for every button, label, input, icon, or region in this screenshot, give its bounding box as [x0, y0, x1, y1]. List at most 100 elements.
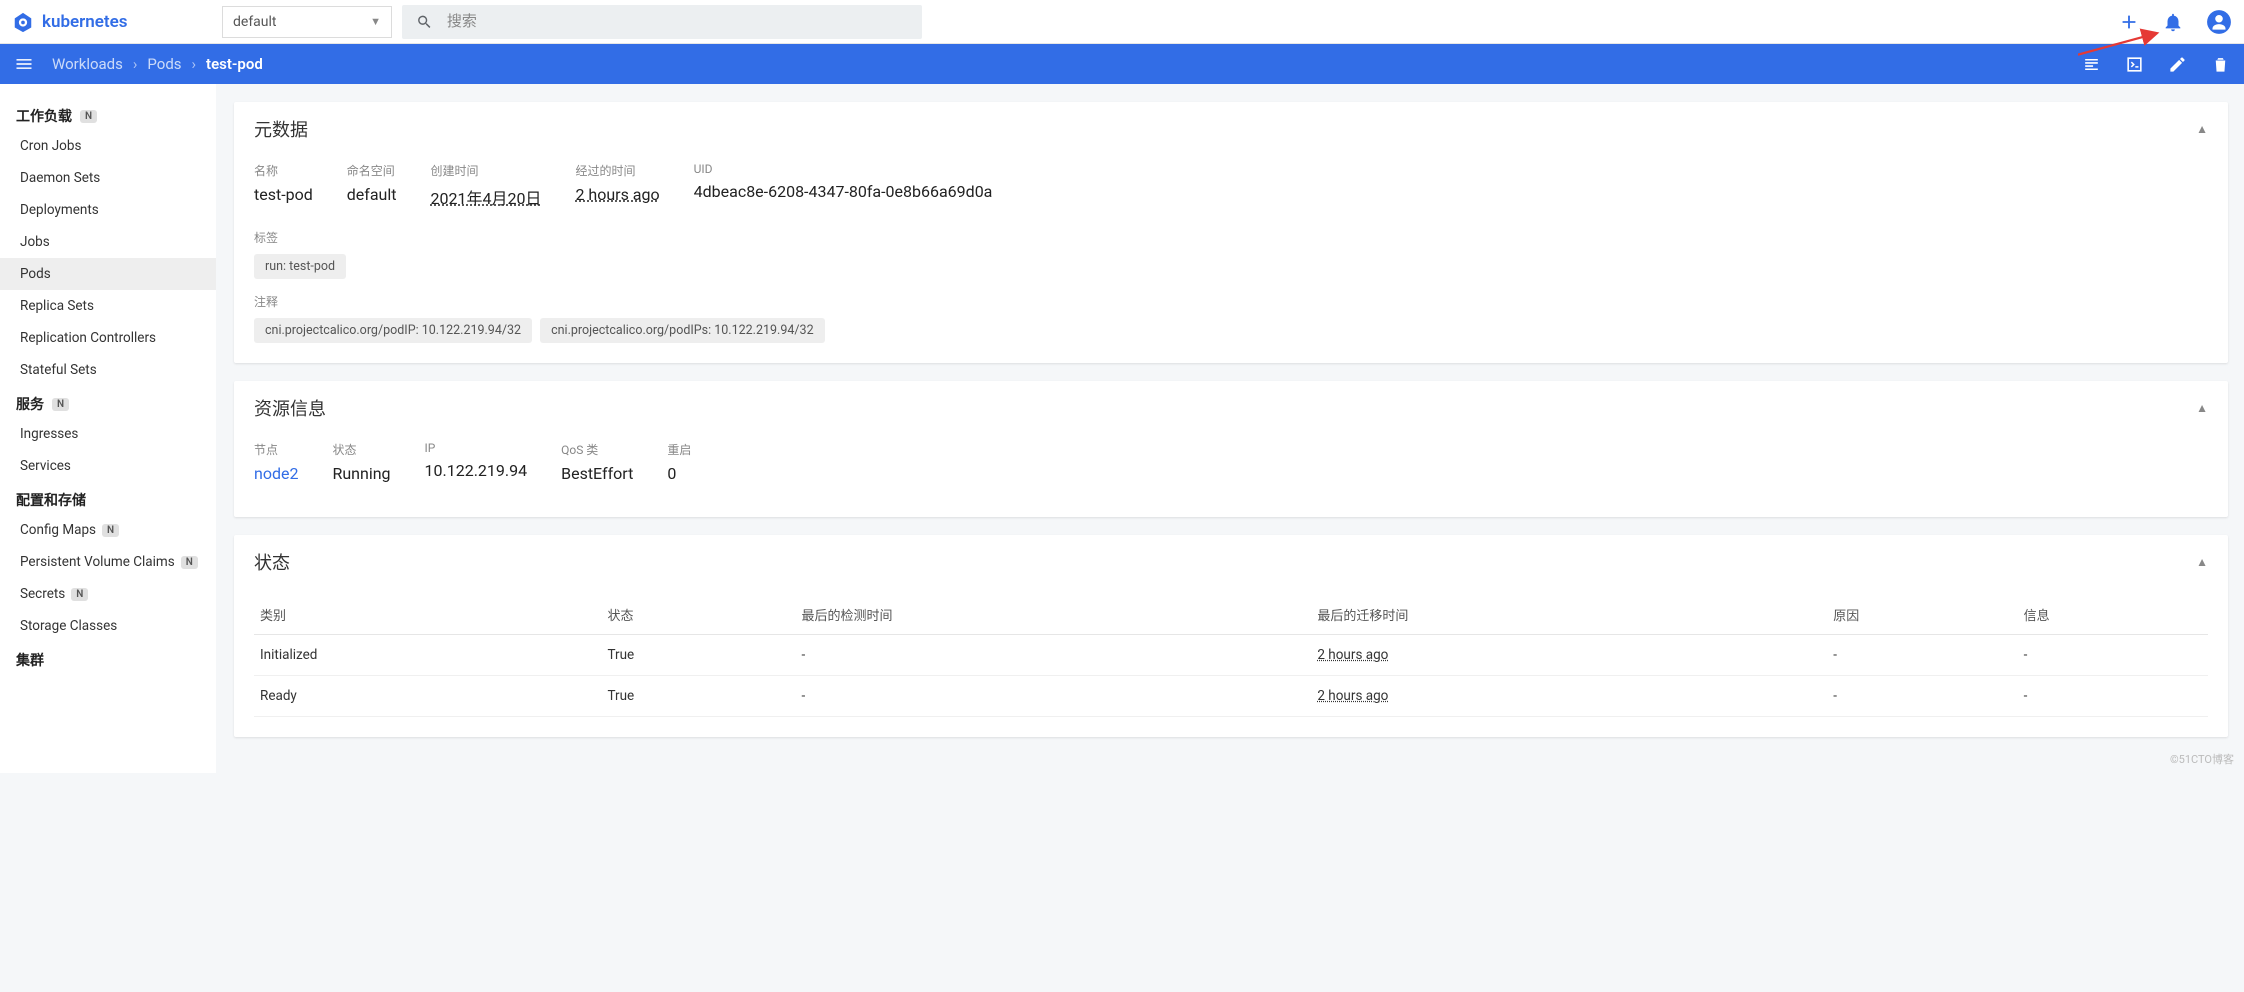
sidebar-item[interactable]: Config MapsN: [0, 514, 216, 546]
sidebar-item[interactable]: Daemon Sets: [0, 162, 216, 194]
breadcrumb: Workloads › Pods › test-pod: [52, 55, 263, 73]
sidebar-item-label: Stateful Sets: [20, 362, 97, 378]
sidebar-item[interactable]: Storage Classes: [0, 610, 216, 642]
status-th: 最后的迁移时间: [1311, 595, 1827, 635]
chevron-right-icon: ›: [133, 55, 138, 73]
resource-card: 资源信息 ▲ 节点node2 状态Running IP10.122.219.94…: [234, 381, 2228, 517]
bell-icon[interactable]: [2162, 11, 2184, 33]
sidebar-item-label: Replica Sets: [20, 298, 94, 314]
sidebar-item[interactable]: Replication Controllers: [0, 322, 216, 354]
sidebar-item-label: Persistent Volume Claims: [20, 554, 175, 570]
md-uid-value: 4dbeac8e-6208-4347-80fa-0e8b66a69d0a: [694, 182, 993, 201]
namespace-select[interactable]: default ▼: [222, 6, 392, 38]
chip: cni.projectcalico.org/podIP: 10.122.219.…: [254, 318, 532, 343]
table-cell: -: [2018, 676, 2208, 717]
table-row: InitializedTrue-2 hours ago--: [254, 635, 2208, 676]
labels-header: 标签: [254, 229, 2208, 246]
sidebar-item[interactable]: Jobs: [0, 226, 216, 258]
status-th: 原因: [1827, 595, 2017, 635]
namespace-value: default: [233, 14, 277, 30]
annotations-section: 注释 cni.projectcalico.org/podIP: 10.122.2…: [254, 293, 2208, 343]
table-cell: -: [1827, 676, 2017, 717]
table-cell: -: [1827, 635, 2017, 676]
table-cell: -: [796, 635, 1312, 676]
kubernetes-logo-icon: [12, 11, 34, 33]
namespace-badge: N: [80, 110, 97, 123]
namespace-badge: N: [181, 556, 198, 569]
metadata-primary-row: 名称test-pod 命名空间default 创建时间2021年4月20日 经过…: [254, 156, 2208, 223]
content-area: 元数据 ▲ 名称test-pod 命名空间default 创建时间2021年4月…: [216, 84, 2244, 773]
table-cell: 2 hours ago: [1311, 676, 1827, 717]
sidebar-section-header[interactable]: 配置和存储: [0, 482, 216, 514]
table-cell: -: [796, 676, 1312, 717]
sidebar-item-label: Services: [20, 458, 71, 474]
logs-icon[interactable]: [2082, 55, 2101, 74]
sidebar-item[interactable]: Services: [0, 450, 216, 482]
sidebar-item[interactable]: Ingresses: [0, 418, 216, 450]
md-ns-value: default: [347, 185, 397, 204]
sidebar-item[interactable]: Stateful Sets: [0, 354, 216, 386]
chip: run: test-pod: [254, 254, 346, 279]
sidebar-item-label: Storage Classes: [20, 618, 117, 634]
menu-icon[interactable]: [14, 54, 34, 74]
rs-node-label: 节点: [254, 441, 298, 458]
collapse-icon[interactable]: ▲: [2196, 122, 2208, 136]
namespace-badge: N: [71, 588, 88, 601]
table-cell: True: [601, 676, 795, 717]
rs-node-value[interactable]: node2: [254, 464, 298, 483]
annotations-header: 注释: [254, 293, 2208, 310]
chevron-right-icon: ›: [192, 55, 197, 73]
status-th: 最后的检测时间: [796, 595, 1312, 635]
brand[interactable]: kubernetes: [12, 11, 222, 33]
rs-status-value: Running: [332, 464, 390, 483]
status-table: 类别状态最后的检测时间最后的迁移时间原因信息 InitializedTrue-2…: [254, 595, 2208, 717]
status-card: 状态 ▲ 类别状态最后的检测时间最后的迁移时间原因信息 InitializedT…: [234, 535, 2228, 737]
rs-restart-label: 重启: [667, 441, 691, 458]
md-uid-label: UID: [694, 162, 993, 176]
status-th: 类别: [254, 595, 601, 635]
crumb-workloads[interactable]: Workloads: [52, 55, 123, 73]
table-cell: Initialized: [254, 635, 601, 676]
metadata-card-title: 元数据: [254, 116, 308, 142]
md-elapsed-value: 2 hours ago: [575, 185, 659, 204]
edit-icon[interactable]: [2168, 55, 2187, 74]
sidebar-item[interactable]: Persistent Volume Claims N: [0, 546, 216, 578]
rs-ip-value: 10.122.219.94: [425, 461, 528, 480]
status-th: 状态: [601, 595, 795, 635]
collapse-icon[interactable]: ▲: [2196, 401, 2208, 415]
sidebar-item-label: Replication Controllers: [20, 330, 156, 346]
rs-qos-value: BestEffort: [561, 464, 633, 483]
watermark: ©51CTO博客: [2170, 751, 2234, 767]
user-circle-icon[interactable]: [2206, 9, 2232, 35]
crumb-pods[interactable]: Pods: [147, 55, 181, 73]
resource-card-title: 资源信息: [254, 395, 326, 421]
search-input[interactable]: [447, 13, 908, 30]
sidebar-item-label: Config Maps: [20, 522, 96, 538]
sidebar-item[interactable]: SecretsN: [0, 578, 216, 610]
md-created-label: 创建时间: [430, 162, 541, 179]
top-header: kubernetes default ▼: [0, 0, 2244, 44]
plus-icon[interactable]: [2118, 11, 2140, 33]
table-cell: 2 hours ago: [1311, 635, 1827, 676]
sidebar-item[interactable]: Deployments: [0, 194, 216, 226]
namespace-badge: N: [52, 398, 69, 411]
sidebar: 工作负载N Cron Jobs Daemon Sets Deployments Jobs…: [0, 84, 216, 773]
sidebar-item-label: Cron Jobs: [20, 138, 81, 154]
sidebar-item[interactable]: Cron Jobs: [0, 130, 216, 162]
md-elapsed-label: 经过的时间: [575, 162, 659, 179]
rs-status-label: 状态: [332, 441, 390, 458]
sidebar-section-header[interactable]: 工作负载N: [0, 98, 216, 130]
sidebar-item-label: Deployments: [20, 202, 99, 218]
crumb-current: test-pod: [206, 55, 263, 73]
delete-icon[interactable]: [2211, 55, 2230, 74]
metadata-card: 元数据 ▲ 名称test-pod 命名空间default 创建时间2021年4月…: [234, 102, 2228, 363]
sidebar-section-header[interactable]: 服务N: [0, 386, 216, 418]
search-box[interactable]: [402, 5, 922, 39]
exec-icon[interactable]: [2125, 55, 2144, 74]
sidebar-item[interactable]: Replica Sets: [0, 290, 216, 322]
sidebar-section-header[interactable]: 集群: [0, 642, 216, 674]
top-icons: [2118, 9, 2232, 35]
sidebar-item[interactable]: Pods: [0, 258, 216, 290]
sidebar-item-label: Jobs: [20, 234, 50, 250]
collapse-icon[interactable]: ▲: [2196, 555, 2208, 569]
